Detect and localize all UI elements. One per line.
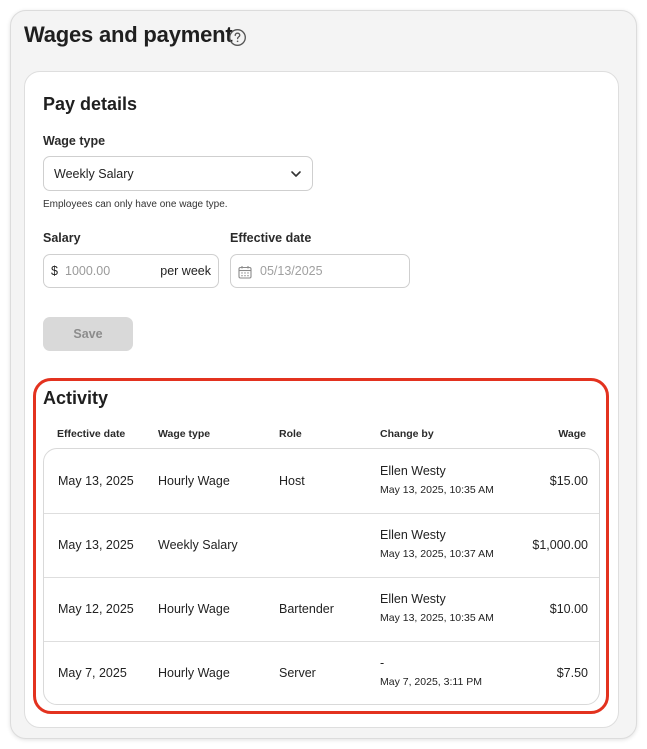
cell-changed-at: May 13, 2025, 10:35 AM	[380, 484, 494, 496]
cell-wage: $1,000.00	[532, 538, 588, 552]
save-button[interactable]: Save	[43, 317, 133, 351]
cell-changed-at: May 7, 2025, 3:11 PM	[380, 676, 482, 688]
chevron-down-icon	[291, 171, 301, 177]
cell-changed-at: May 13, 2025, 10:35 AM	[380, 612, 494, 624]
salary-unit: per week	[160, 264, 211, 278]
page-title: Wages and payment	[24, 22, 233, 47]
wage-type-helper: Employees can only have one wage type.	[43, 199, 228, 210]
cell-wage: $10.00	[549, 602, 588, 616]
salary-field[interactable]: $ per week	[43, 254, 219, 288]
cell-wage-type: Hourly Wage	[158, 666, 230, 680]
wage-type-label: Wage type	[43, 134, 106, 148]
table-row: May 7, 2025 Hourly Wage Server - May 7, …	[44, 641, 599, 704]
cell-wage: $15.00	[549, 474, 588, 488]
cell-wage-type: Hourly Wage	[158, 602, 230, 616]
wage-type-value: Weekly Salary	[54, 167, 134, 181]
effective-date-input[interactable]	[260, 261, 400, 281]
effective-date-label: Effective date	[230, 231, 312, 245]
table-row: May 13, 2025 Weekly Salary Ellen Westy M…	[44, 513, 599, 578]
cell-role: Host	[279, 474, 305, 488]
cell-changed-by: Ellen Westy	[380, 528, 446, 542]
table-row: May 13, 2025 Hourly Wage Host Ellen West…	[44, 449, 599, 514]
column-header-effective-date: Effective date	[57, 428, 126, 440]
cell-changed-at: May 13, 2025, 10:37 AM	[380, 548, 494, 560]
effective-date-field[interactable]	[230, 254, 410, 288]
cell-changed-by: -	[380, 656, 385, 670]
cell-role: Bartender	[279, 602, 334, 616]
table-row: May 12, 2025 Hourly Wage Bartender Ellen…	[44, 577, 599, 642]
salary-input[interactable]	[65, 261, 155, 281]
wage-type-select[interactable]: Weekly Salary	[43, 156, 313, 191]
activity-title: Activity	[43, 388, 109, 408]
cell-effective-date: May 13, 2025	[58, 474, 134, 488]
cell-wage: $7.50	[556, 666, 588, 680]
column-header-change-by: Change by	[380, 428, 434, 440]
cell-changed-by: Ellen Westy	[380, 464, 446, 478]
column-header-wage: Wage	[558, 428, 586, 440]
cell-effective-date: May 12, 2025	[58, 602, 134, 616]
activity-table: May 13, 2025 Hourly Wage Host Ellen West…	[43, 448, 600, 705]
cell-wage-type: Hourly Wage	[158, 474, 230, 488]
currency-symbol: $	[51, 264, 58, 278]
pay-details-title: Pay details	[43, 94, 138, 114]
question-circle-icon[interactable]	[228, 28, 247, 47]
cell-changed-by: Ellen Westy	[380, 592, 446, 606]
column-header-role: Role	[279, 428, 302, 440]
salary-label: Salary	[43, 231, 81, 245]
cell-effective-date: May 7, 2025	[58, 666, 127, 680]
cell-role: Server	[279, 666, 316, 680]
calendar-icon	[238, 266, 252, 279]
cell-wage-type: Weekly Salary	[158, 538, 238, 552]
cell-effective-date: May 13, 2025	[58, 538, 134, 552]
column-header-wage-type: Wage type	[158, 428, 211, 440]
